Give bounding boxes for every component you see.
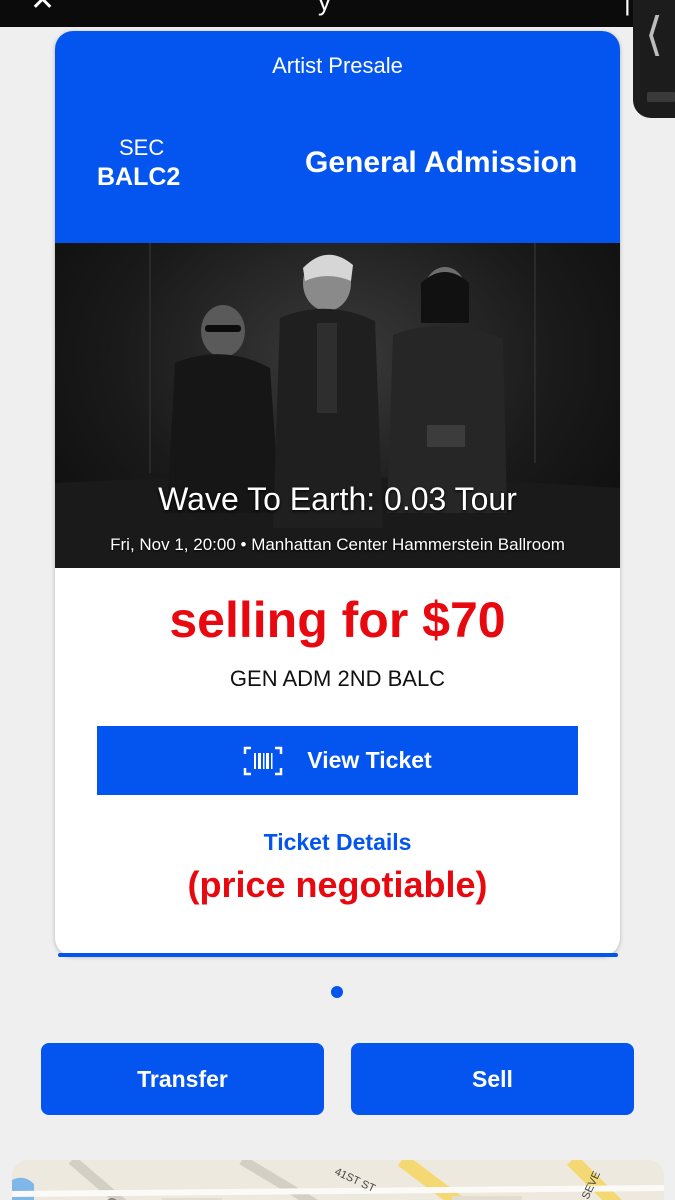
transfer-button[interactable]: Transfer — [41, 1043, 324, 1115]
presale-label: Artist Presale — [272, 53, 403, 78]
map-illustration: 41ST ST SEVE — [12, 1160, 664, 1200]
close-icon[interactable]: ✕ — [30, 0, 55, 16]
title-fragment: y — [318, 0, 331, 16]
admission-type: General Admission — [305, 146, 578, 179]
ticket-details-link[interactable]: Ticket Details — [55, 829, 620, 856]
chevron-left-icon: ⟨ — [645, 7, 663, 61]
barcode-icon — [243, 746, 283, 776]
event-title: Wave To Earth: 0.03 Tour — [158, 481, 517, 517]
top-bar: ✕ y | — [0, 0, 675, 27]
side-panel-handle[interactable]: ⟨ — [633, 0, 675, 118]
venue-map[interactable]: 41ST ST SEVE — [12, 1160, 664, 1200]
section-value: BALC2 — [97, 163, 181, 191]
view-ticket-label: View Ticket — [307, 747, 432, 773]
ticket-bottom-edge — [58, 953, 618, 957]
section-label: SEC — [119, 135, 165, 160]
view-ticket-button[interactable]: View Ticket — [97, 726, 578, 795]
event-date-venue: Fri, Nov 1, 20:00 • Manhattan Center Ham… — [110, 535, 565, 554]
seat-row-label: GEN ADM 2ND BALC — [229, 666, 446, 691]
price-negotiable-note: (price negotiable) — [187, 864, 488, 905]
page-indicator-dot[interactable] — [331, 986, 343, 998]
title-fragment-right: | — [624, 0, 631, 16]
handle-bar — [647, 92, 675, 102]
selling-price: selling for $70 — [169, 592, 506, 648]
ticket-header: Artist Presale SEC BALC2 General Admissi… — [55, 31, 620, 243]
ticket-card: Artist Presale SEC BALC2 General Admissi… — [55, 31, 620, 956]
sell-button[interactable]: Sell — [351, 1043, 634, 1115]
band-photo-illustration — [55, 243, 620, 568]
event-photo: Wave To Earth: 0.03 Tour Fri, Nov 1, 20:… — [55, 243, 620, 568]
